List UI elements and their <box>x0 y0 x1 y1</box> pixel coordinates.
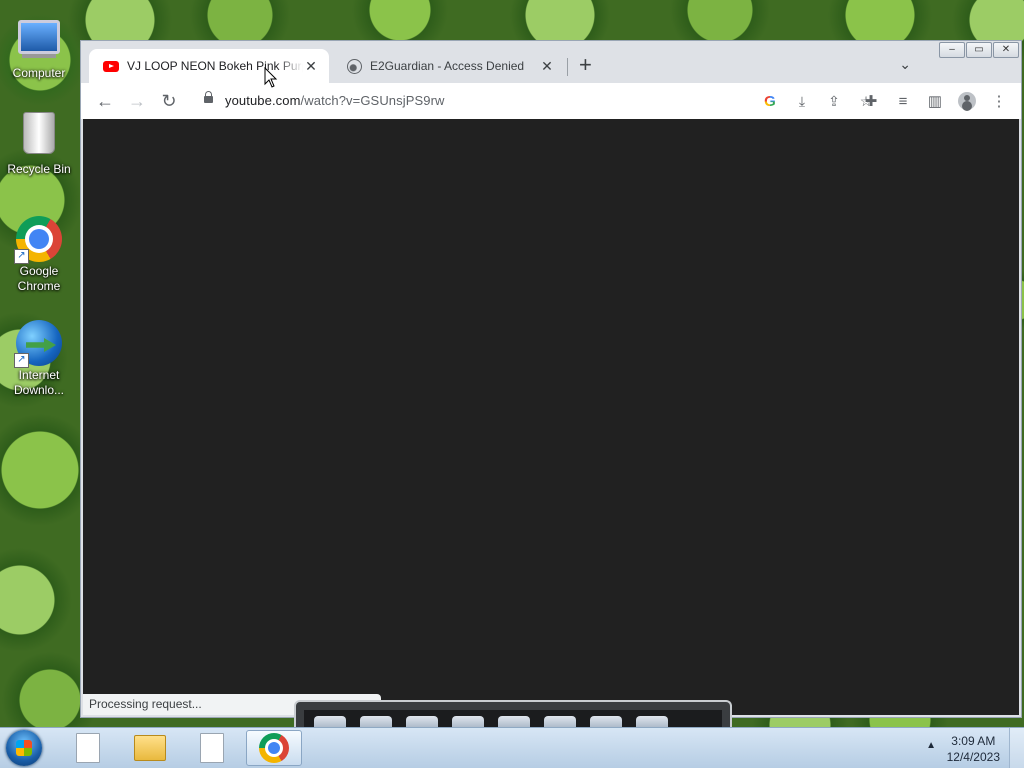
reload-button[interactable]: ↻ <box>153 87 185 115</box>
idm-icon: ↗ <box>14 320 62 368</box>
desktop-icon-computer[interactable]: Computer <box>4 10 74 81</box>
minimize-button[interactable]: – <box>939 42 965 58</box>
extensions-puzzle-icon[interactable]: ✚ <box>857 87 885 115</box>
profile-avatar-icon[interactable] <box>958 92 976 110</box>
close-window-button[interactable]: ✕ <box>993 42 1019 58</box>
address-bar[interactable]: youtube.com/watch?v=GSUnsjPS9rw G ⤓ ⇪ ☆ <box>193 87 879 115</box>
taskbar-document-button[interactable] <box>184 730 240 766</box>
globe-icon <box>347 58 362 74</box>
tab-title: E2Guardian - Access Denied <box>370 59 525 73</box>
google-lens-icon[interactable]: G <box>757 93 783 110</box>
side-panel-icon[interactable]: ▥ <box>921 87 949 115</box>
url-text[interactable]: youtube.com/watch?v=GSUnsjPS9rw <box>225 93 445 108</box>
maximize-button[interactable]: ▭ <box>966 42 992 58</box>
chrome-icon <box>259 733 289 763</box>
page-content[interactable]: Processing request... <box>83 119 1019 715</box>
desktop-icon-label: Internet Downlo... <box>13 368 65 397</box>
browser-toolbar: ← → ↻ youtube.com/watch?v=GSUnsjPS9rw G … <box>81 83 1021 119</box>
desktop-icon-google-chrome[interactable]: ↗ Google Chrome <box>4 216 74 294</box>
taskbar-chrome-button[interactable] <box>246 730 302 766</box>
taskbar-document-button[interactable] <box>60 730 116 766</box>
mouse-cursor-icon <box>264 67 278 88</box>
folder-icon <box>134 735 166 761</box>
clock-date: 12/4/2023 <box>946 750 1000 764</box>
taskbar: ▲ 3:09 AM 12/4/2023 <box>0 727 1024 768</box>
new-tab-button[interactable]: + <box>579 54 592 76</box>
desktop-icon-internet-download-manager[interactable]: ↗ Internet Downlo... <box>4 320 74 398</box>
close-tab-icon[interactable]: ✕ <box>539 58 555 75</box>
desktop-icon-label: Computer <box>12 66 66 80</box>
recycle-bin-icon <box>23 112 55 154</box>
desktop-icon-label: Recycle Bin <box>7 162 71 176</box>
tab-e2guardian[interactable]: E2Guardian - Access Denied ✕ <box>333 49 565 83</box>
menu-kebab-icon[interactable]: ⋮ <box>985 87 1013 115</box>
forward-button[interactable]: → <box>121 87 153 115</box>
chrome-icon: ↗ <box>14 216 62 264</box>
start-button[interactable] <box>6 730 42 766</box>
document-icon <box>76 733 100 763</box>
system-clock[interactable]: 3:09 AM 12/4/2023 <box>947 733 1000 765</box>
install-app-icon[interactable]: ⤓ <box>789 93 815 110</box>
chrome-window: VJ LOOP NEON Bokeh Pink Purple ✕ E2Guard… <box>80 40 1022 718</box>
taskbar-explorer-button[interactable] <box>122 730 178 766</box>
window-controls: – ▭ ✕ <box>939 42 1019 58</box>
document-icon <box>200 733 224 763</box>
share-icon[interactable]: ⇪ <box>821 93 847 110</box>
desktop-icon-recycle-bin[interactable]: Recycle Bin <box>4 112 74 177</box>
url-host: youtube.com <box>225 93 301 108</box>
youtube-icon <box>103 60 119 72</box>
close-tab-icon[interactable]: ✕ <box>303 58 319 75</box>
show-hidden-icons-icon[interactable]: ▲ <box>926 740 936 751</box>
shortcut-arrow-icon: ↗ <box>14 249 29 264</box>
tab-youtube[interactable]: VJ LOOP NEON Bokeh Pink Purple ✕ <box>89 49 329 83</box>
show-desktop-button[interactable] <box>1009 728 1024 768</box>
clock-time: 3:09 AM <box>951 734 996 748</box>
desktop-icon-label: Google Chrome <box>17 264 61 293</box>
tab-search-chevron-icon[interactable]: ⌄ <box>899 56 911 73</box>
url-path: /watch?v=GSUnsjPS9rw <box>300 93 445 108</box>
shortcut-arrow-icon: ↗ <box>14 353 29 368</box>
back-button[interactable]: ← <box>89 87 121 115</box>
tab-strip: VJ LOOP NEON Bokeh Pink Purple ✕ E2Guard… <box>81 41 1021 83</box>
lock-icon[interactable] <box>204 91 213 103</box>
media-control-icon[interactable]: ≡ <box>889 87 917 115</box>
tab-separator <box>567 58 568 76</box>
computer-icon <box>18 20 60 54</box>
